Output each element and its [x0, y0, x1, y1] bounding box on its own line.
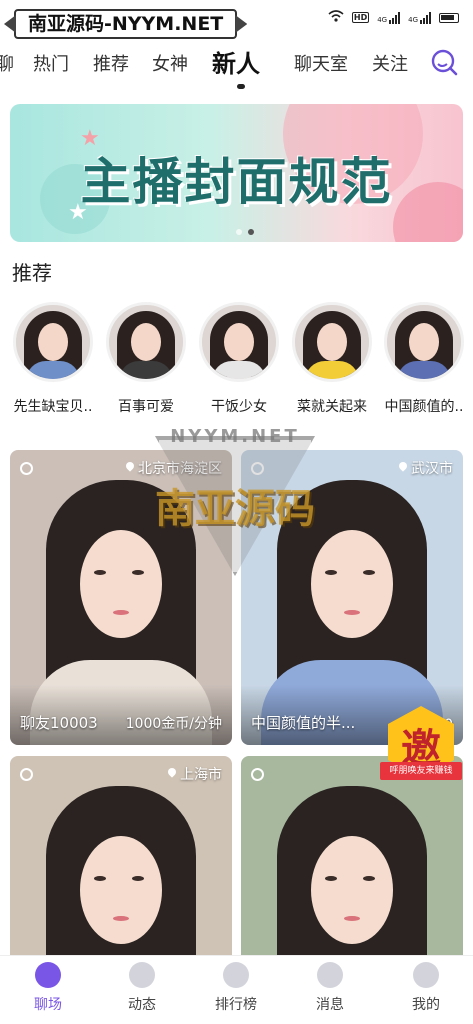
- select-circle[interactable]: [20, 462, 33, 475]
- recommend-section-title: 推荐: [12, 261, 52, 285]
- bottom-nav: 聊场 动态 排行榜 消息 我的: [0, 955, 473, 1024]
- trophy-icon: [223, 962, 249, 988]
- network-type-label: 4G: [408, 15, 418, 24]
- watermark-text: 南亚源码-NYYM.NET: [28, 13, 224, 35]
- select-circle[interactable]: [251, 462, 264, 475]
- location-text: 上海市: [180, 767, 222, 783]
- anchor-nickname: 聊友10003: [20, 714, 98, 732]
- location-text: 武汉市: [411, 461, 453, 477]
- compass-icon: [129, 962, 155, 988]
- avatar: [13, 302, 93, 382]
- tab-hot[interactable]: 热门: [33, 50, 69, 76]
- location-text: 北京市海淀区: [138, 461, 222, 477]
- recommend-list: 先生缺宝贝.. 百事可爱 干饭少女 菜就关起来 中国颜值的..: [0, 302, 473, 422]
- message-icon: [317, 962, 343, 988]
- select-circle[interactable]: [251, 768, 264, 781]
- recommend-item[interactable]: 中国颜值的..: [378, 302, 470, 416]
- avatar: [199, 302, 279, 382]
- chat-bubble-icon: [35, 962, 61, 988]
- status-icons: HD 4G 4G: [328, 10, 459, 25]
- location-tag: 武汉市: [398, 458, 453, 478]
- pagination-dot[interactable]: [236, 229, 242, 235]
- location-pin-icon: [398, 462, 408, 474]
- hd-badge: HD: [351, 12, 370, 23]
- anchor-nickname: 中国颜值的半...: [251, 714, 356, 732]
- banner-title: 主播封面规范: [80, 153, 393, 211]
- tab-goddess[interactable]: 女神: [152, 50, 188, 76]
- avatar: [106, 302, 186, 382]
- nav-item-0[interactable]: 聊场: [8, 962, 88, 1014]
- user-icon: [413, 962, 439, 988]
- anchor-card[interactable]: 北京市海淀区聊友10003 1000金币/分钟: [10, 450, 232, 745]
- nav-item-1[interactable]: 动态: [102, 962, 182, 1014]
- wifi-icon: [328, 10, 344, 25]
- recommend-item-name: 先生缺宝贝..: [13, 399, 93, 415]
- recommend-item-name: 菜就关起来: [297, 399, 367, 415]
- location-tag: 北京市海淀区: [125, 458, 222, 478]
- recommend-item[interactable]: 先生缺宝贝..: [7, 302, 99, 416]
- avatar: [292, 302, 372, 382]
- watermark-overlay-top: NYYM.NET: [170, 426, 300, 447]
- status-bar: 南亚源码-NYYM.NET HD 4G 4G: [0, 0, 473, 40]
- nav-label: 排行榜: [215, 997, 257, 1013]
- location-pin-icon: [125, 462, 135, 474]
- signal-icon-1: 4G: [377, 11, 401, 24]
- banner-pagination: [236, 229, 254, 235]
- tab-recommend[interactable]: 推荐: [93, 50, 129, 76]
- pagination-dot-active[interactable]: [248, 229, 254, 235]
- invite-ribbon: 呼朋唤友来赚钱: [380, 762, 462, 780]
- recommend-item[interactable]: 菜就关起来: [286, 302, 378, 416]
- nav-label: 动态: [128, 997, 156, 1013]
- select-circle[interactable]: [20, 768, 33, 781]
- battery-icon: [439, 12, 459, 23]
- tab-chat-partial[interactable]: 聊: [0, 50, 14, 76]
- category-tabs: 聊 热门 推荐 女神 新人 聊天室 关注: [0, 44, 473, 86]
- search-button[interactable]: [430, 48, 458, 76]
- promo-banner[interactable]: ★ ★ 主播封面规范: [10, 104, 463, 242]
- search-icon: [431, 49, 458, 76]
- tab-chatroom[interactable]: 聊天室: [294, 50, 348, 76]
- recommend-item-name: 百事可爱: [118, 399, 174, 415]
- nav-item-2[interactable]: 排行榜: [196, 962, 276, 1014]
- avatar: [384, 302, 464, 382]
- recommend-item-name: 中国颜值的..: [384, 399, 464, 415]
- signal-icon-2: 4G: [408, 11, 431, 24]
- tab-newcomer[interactable]: 新人: [212, 44, 260, 79]
- nav-label: 消息: [316, 997, 344, 1013]
- nav-item-4[interactable]: 我的: [386, 962, 466, 1014]
- tab-indicator: [237, 84, 245, 89]
- anchor-price: 1000金币/分钟: [125, 716, 222, 732]
- location-pin-icon: [167, 768, 177, 780]
- recommend-item[interactable]: 百事可爱: [100, 302, 192, 416]
- recommend-item-name: 干饭少女: [211, 399, 267, 415]
- network-type-label: 4G: [377, 15, 388, 24]
- nav-label: 聊场: [34, 997, 62, 1013]
- watermark-logo: 南亚源码-NYYM.NET: [4, 9, 248, 39]
- location-tag: 上海市: [167, 764, 222, 784]
- invite-badge[interactable]: 邀 呼朋唤友来赚钱: [380, 706, 462, 790]
- nav-label: 我的: [412, 997, 440, 1013]
- recommend-item[interactable]: 干饭少女: [193, 302, 285, 416]
- anchor-card[interactable]: 武汉市中国颜值的半...20: [241, 450, 463, 745]
- tab-follow[interactable]: 关注: [372, 50, 408, 76]
- nav-item-3[interactable]: 消息: [290, 962, 370, 1014]
